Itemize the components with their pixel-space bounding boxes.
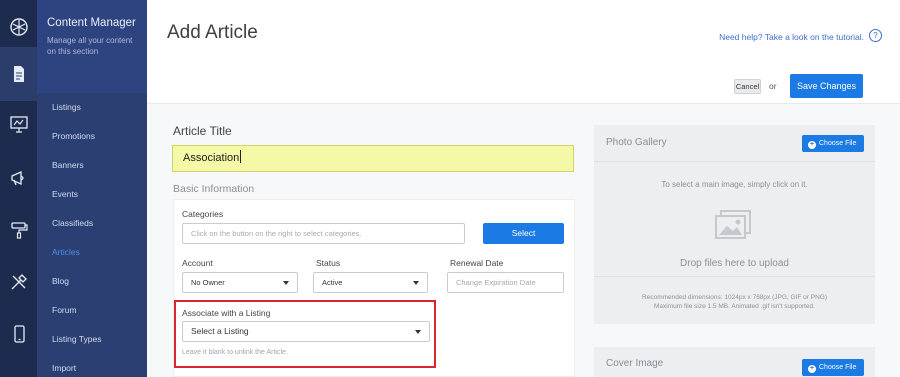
cancel-button[interactable]: Cancel bbox=[734, 79, 761, 94]
sidebar-title: Content Manager bbox=[47, 17, 136, 29]
sidebar-item-blog[interactable]: Blog bbox=[37, 267, 147, 296]
gallery-choose-file-button[interactable]: + Choose File bbox=[802, 135, 864, 152]
rail-marketing[interactable] bbox=[0, 151, 37, 205]
help-link[interactable]: Need help? Take a look on the tutorial. bbox=[719, 32, 864, 42]
article-title-input[interactable]: Association bbox=[172, 145, 574, 172]
article-title-label: Article Title bbox=[173, 124, 232, 138]
photo-gallery-title: Photo Gallery bbox=[606, 137, 667, 148]
status-label: Status bbox=[316, 258, 341, 268]
icon-rail bbox=[0, 0, 37, 377]
plus-icon: + bbox=[808, 365, 816, 373]
sidebar-header: Content Manager Manage all your content … bbox=[37, 0, 147, 93]
gallery-dropzone[interactable]: To select a main image, simply click on … bbox=[594, 161, 875, 277]
sidebar-item-promotions[interactable]: Promotions bbox=[37, 122, 147, 151]
text-cursor bbox=[240, 150, 242, 163]
chevron-down-icon bbox=[413, 281, 419, 285]
sidebar-item-import[interactable]: Import bbox=[37, 354, 147, 377]
categories-label: Categories bbox=[182, 209, 224, 219]
sidebar-nav: Listings Promotions Banners Events Class… bbox=[37, 93, 147, 377]
gallery-choose-file-label: Choose File bbox=[819, 140, 857, 147]
rail-tools[interactable] bbox=[0, 255, 37, 309]
sidebar-item-listings[interactable]: Listings bbox=[37, 93, 147, 122]
sidebar-item-forum[interactable]: Forum bbox=[37, 296, 147, 325]
sub-sidebar: Content Manager Manage all your content … bbox=[37, 0, 147, 377]
article-title-value: Association bbox=[183, 152, 240, 164]
plus-icon: + bbox=[808, 141, 816, 149]
account-label: Account bbox=[182, 258, 213, 268]
megaphone-icon bbox=[10, 170, 24, 186]
paint-roller-icon bbox=[10, 222, 28, 239]
sidebar-description: Manage all your content on this section bbox=[47, 36, 133, 56]
dashboard-icon bbox=[9, 18, 28, 36]
account-select[interactable]: No Owner bbox=[182, 272, 298, 293]
account-value: No Owner bbox=[191, 278, 225, 287]
site-icon bbox=[9, 116, 28, 133]
max-file-size: Maximum file size 1.5 MB. Animated .gif … bbox=[654, 303, 815, 310]
sidebar-item-listing-types[interactable]: Listing Types bbox=[37, 325, 147, 354]
chevron-down-icon bbox=[415, 330, 421, 334]
drop-files-text: Drop files here to upload bbox=[680, 258, 789, 269]
renewal-date-label: Renewal Date bbox=[450, 258, 504, 268]
cover-choose-file-label: Choose File bbox=[819, 364, 857, 371]
main-content: Add Article Need help? Take a look on th… bbox=[147, 0, 900, 377]
image-placeholder-icon bbox=[715, 210, 751, 239]
gallery-recommendations: Recommended dimensions: 1024px x 768px (… bbox=[594, 293, 875, 311]
chevron-down-icon bbox=[283, 281, 289, 285]
page-title: Add Article bbox=[167, 22, 258, 43]
sidebar-item-banners[interactable]: Banners bbox=[37, 151, 147, 180]
associate-label: Associate with a Listing bbox=[182, 308, 271, 318]
status-value: Active bbox=[322, 278, 343, 287]
cover-image-panel: Cover Image + Choose File bbox=[594, 347, 875, 377]
renewal-date-input[interactable]: Change Expiration Date bbox=[447, 272, 564, 293]
sidebar-item-classifieds[interactable]: Classifieds bbox=[37, 209, 147, 238]
mobile-icon bbox=[13, 325, 25, 343]
rail-dashboard[interactable] bbox=[0, 0, 37, 54]
associate-hint: Leave it blank to unlink the Article. bbox=[182, 349, 288, 356]
associate-value: Select a Listing bbox=[191, 326, 249, 336]
tools-icon bbox=[11, 274, 27, 290]
photo-gallery-header: Photo Gallery + Choose File bbox=[594, 125, 875, 161]
save-changes-button[interactable]: Save Changes bbox=[790, 74, 863, 98]
cover-choose-file-button[interactable]: + Choose File bbox=[802, 359, 864, 376]
rail-design[interactable] bbox=[0, 203, 37, 257]
categories-input[interactable]: Click on the button on the right to sele… bbox=[182, 223, 465, 244]
cover-image-title: Cover Image bbox=[606, 358, 664, 369]
basic-info-heading: Basic Information bbox=[173, 183, 255, 195]
select-categories-button[interactable]: Select bbox=[483, 223, 564, 244]
photo-gallery-panel: Photo Gallery + Choose File To select a m… bbox=[594, 125, 875, 324]
sidebar-item-events[interactable]: Events bbox=[37, 180, 147, 209]
status-select[interactable]: Active bbox=[313, 272, 428, 293]
associate-listing-select[interactable]: Select a Listing bbox=[182, 321, 430, 342]
content-icon bbox=[13, 66, 24, 82]
rail-site[interactable] bbox=[0, 97, 37, 151]
sidebar-item-articles[interactable]: Articles bbox=[37, 238, 147, 267]
rail-content[interactable] bbox=[0, 47, 37, 101]
or-label: or bbox=[769, 81, 777, 91]
recommended-dimensions: Recommended dimensions: 1024px x 768px (… bbox=[642, 294, 827, 301]
help-icon[interactable]: ? bbox=[869, 29, 882, 42]
gallery-hint: To select a main image, simply click on … bbox=[661, 180, 808, 189]
rail-mobile[interactable] bbox=[0, 307, 37, 361]
